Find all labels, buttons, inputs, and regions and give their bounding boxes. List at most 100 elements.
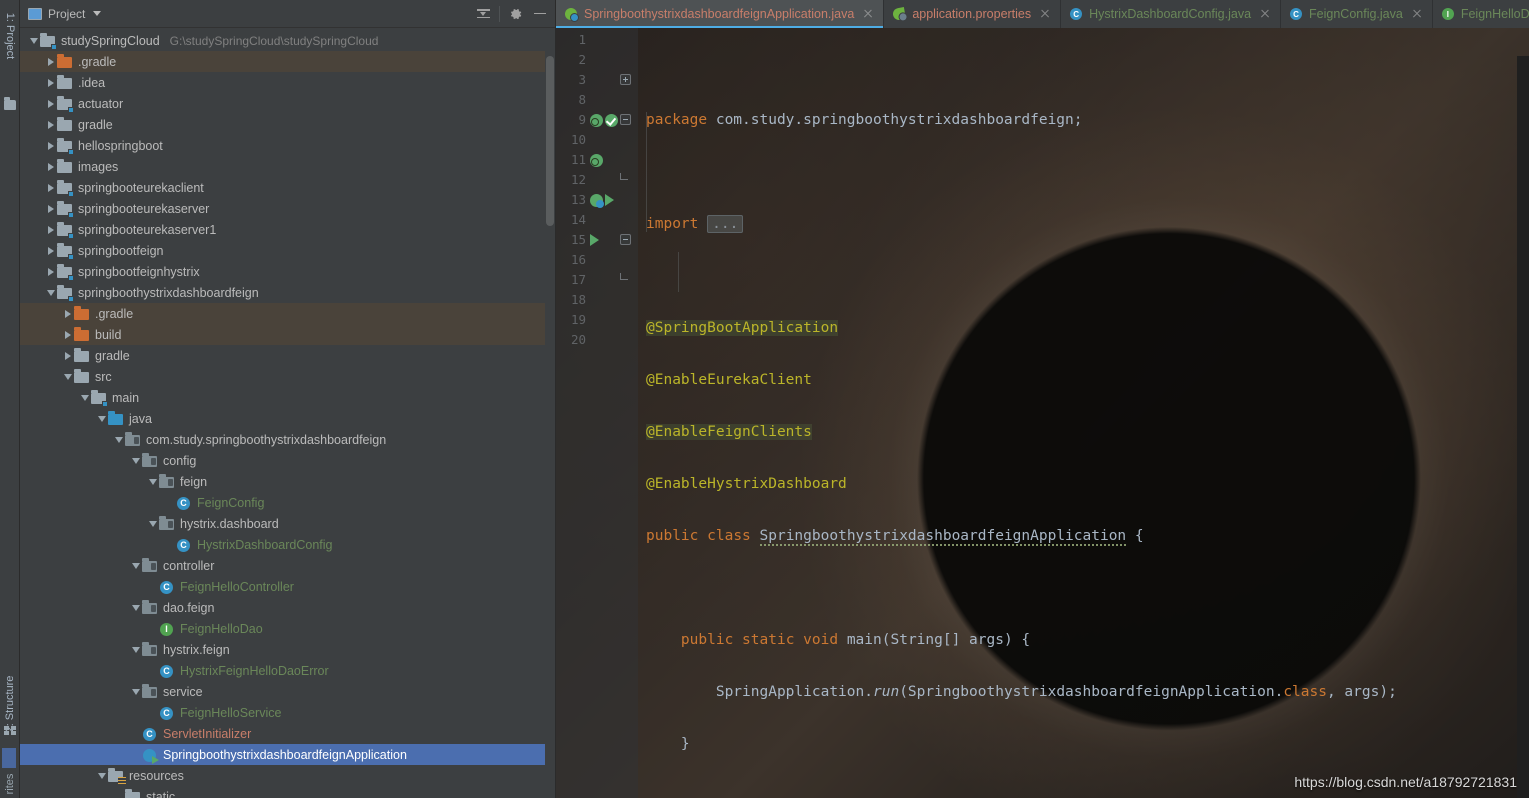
expand-arrow-icon[interactable]: [45, 114, 57, 135]
expand-arrow-icon[interactable]: [45, 72, 57, 93]
collapse-arrow-icon[interactable]: [130, 639, 142, 660]
collapse-arrow-icon[interactable]: [130, 555, 142, 576]
project-scrollbar-track[interactable]: [545, 28, 555, 798]
project-scrollbar-thumb[interactable]: [546, 56, 554, 226]
code-fold-end-icon[interactable]: [620, 173, 628, 180]
tree-row-hellospringboot[interactable]: hellospringboot: [20, 135, 555, 156]
collapse-arrow-icon[interactable]: [147, 471, 159, 492]
collapse-arrow-icon[interactable]: [147, 513, 159, 534]
tree-row-springbootfeign[interactable]: springbootfeign: [20, 240, 555, 261]
code-analysis-marker-strip[interactable]: [1517, 56, 1529, 798]
tree-row-actuator[interactable]: actuator: [20, 93, 555, 114]
tree-row-resources[interactable]: resources: [20, 765, 555, 786]
tree-row-feignhelloservice[interactable]: C FeignHelloService: [20, 702, 555, 723]
collapse-arrow-icon[interactable]: [79, 387, 91, 408]
project-panel-title-group[interactable]: Project: [28, 7, 102, 21]
expand-arrow-icon[interactable]: [45, 219, 57, 240]
expand-arrow-icon[interactable]: [45, 51, 57, 72]
collapse-arrow-icon[interactable]: [96, 408, 108, 429]
tree-row-hystrixdashboardconfig[interactable]: C HystrixDashboardConfig: [20, 534, 555, 555]
run-gutter-icon[interactable]: [590, 234, 599, 246]
tree-row--gradle[interactable]: .gradle: [20, 51, 555, 72]
collapse-arrow-icon[interactable]: [130, 681, 142, 702]
tree-row-servletinitializer[interactable]: C ServletInitializer: [20, 723, 555, 744]
editor-tab-feignhellod[interactable]: I FeignHelloD: [1432, 0, 1529, 28]
expand-arrow-icon[interactable]: [62, 303, 74, 324]
close-icon[interactable]: [1259, 8, 1271, 20]
tree-row--gradle[interactable]: .gradle: [20, 303, 555, 324]
tree-row-gradle[interactable]: gradle: [20, 114, 555, 135]
folded-imports-placeholder[interactable]: ...: [707, 215, 744, 233]
expand-arrow-icon[interactable]: [45, 93, 57, 114]
tool-button-favorites[interactable]: rites: [4, 774, 16, 795]
collapse-arrow-icon[interactable]: [62, 366, 74, 387]
tree-row-hystrix-feign[interactable]: hystrix.feign: [20, 639, 555, 660]
collapse-all-button[interactable]: [472, 3, 494, 25]
editor-tab-application-properties[interactable]: application.properties: [884, 0, 1062, 28]
tree-row-springboothystrixdashboardfeignapplication[interactable]: SpringboothystrixdashboardfeignApplicati…: [20, 744, 555, 765]
editor-gutter[interactable]: 1 2 3 8 9 10 11 12 13 14 15 16 17 18 19 20: [556, 28, 638, 798]
spring-bean-navigate-icon[interactable]: [590, 113, 603, 127]
code-fold-collapse-icon[interactable]: [620, 114, 631, 125]
tree-row-hystrixfeignhellodaoerror[interactable]: C HystrixFeignHelloDaoError: [20, 660, 555, 681]
expand-arrow-icon[interactable]: [45, 156, 57, 177]
editor-tab-feignconfig-java[interactable]: C FeignConfig.java: [1281, 0, 1433, 28]
tree-row-static[interactable]: static: [20, 786, 555, 798]
close-icon[interactable]: [862, 8, 874, 20]
collapse-arrow-icon[interactable]: [45, 282, 57, 303]
spring-bean-class-icon[interactable]: [590, 193, 604, 208]
tree-row-springbooteurekaserver1[interactable]: springbooteurekaserver1: [20, 219, 555, 240]
close-icon[interactable]: [1411, 8, 1423, 20]
tree-row-springbootfeignhystrix[interactable]: springbootfeignhystrix: [20, 261, 555, 282]
minimize-button[interactable]: [529, 3, 551, 25]
expand-arrow-icon[interactable]: [45, 177, 57, 198]
tree-row-dao-feign[interactable]: dao.feign: [20, 597, 555, 618]
tool-button-project[interactable]: 1: Project: [4, 13, 16, 59]
tree-row-springbooteurekaclient[interactable]: springbooteurekaclient: [20, 177, 555, 198]
tree-row-src[interactable]: src: [20, 366, 555, 387]
tree-row-main[interactable]: main: [20, 387, 555, 408]
tree-row-hystrix-dashboard[interactable]: hystrix.dashboard: [20, 513, 555, 534]
run-gutter-icon[interactable]: [605, 194, 614, 206]
collapse-arrow-icon[interactable]: [28, 30, 40, 51]
tree-row-studyspringcloud[interactable]: studySpringCloud G:\studySpringCloud\stud…: [20, 30, 555, 51]
close-icon[interactable]: [1039, 8, 1051, 20]
tool-button-structure[interactable]: 2: Structure: [4, 676, 16, 733]
collapse-arrow-icon[interactable]: [130, 450, 142, 471]
code-fold-expand-icon[interactable]: [620, 74, 631, 85]
tree-row-springbooteurekaserver[interactable]: springbooteurekaserver: [20, 198, 555, 219]
tree-row-config[interactable]: config: [20, 450, 555, 471]
gutter-markers[interactable]: [586, 193, 630, 208]
tree-row-feignhellodao[interactable]: I FeignHelloDao: [20, 618, 555, 639]
editor-tab-springboothystrixdashboardfeignapplication-java[interactable]: SpringboothystrixdashboardfeignApplicati…: [556, 0, 885, 28]
gutter-markers[interactable]: [586, 153, 630, 167]
spring-bean-check-icon[interactable]: [605, 113, 618, 127]
collapse-arrow-icon[interactable]: [130, 597, 142, 618]
project-tree[interactable]: studySpringCloud G:\studySpringCloud\stud…: [20, 28, 555, 798]
code-fold-collapse-icon[interactable]: [620, 234, 631, 245]
tree-row-springboothystrixdashboardfeign[interactable]: springboothystrixdashboardfeign: [20, 282, 555, 303]
tree-row-java[interactable]: java: [20, 408, 555, 429]
collapse-arrow-icon[interactable]: [113, 429, 125, 450]
tree-row-controller[interactable]: controller: [20, 555, 555, 576]
tree-row-feignhellocontroller[interactable]: C FeignHelloController: [20, 576, 555, 597]
editor-tab-bar[interactable]: SpringboothystrixdashboardfeignApplicati…: [556, 0, 1529, 28]
expand-arrow-icon[interactable]: [45, 198, 57, 219]
expand-arrow-icon[interactable]: [45, 135, 57, 156]
spring-bean-navigate-icon[interactable]: [590, 153, 603, 167]
chevron-down-icon[interactable]: [93, 11, 102, 16]
code-fold-end-icon[interactable]: [620, 273, 628, 280]
tree-row--idea[interactable]: .idea: [20, 72, 555, 93]
editor-tab-hystrixdashboardconfig-java[interactable]: C HystrixDashboardConfig.java: [1061, 0, 1282, 28]
tree-row-gradle[interactable]: gradle: [20, 345, 555, 366]
tree-row-images[interactable]: images: [20, 156, 555, 177]
expand-arrow-icon[interactable]: [45, 261, 57, 282]
expand-arrow-icon[interactable]: [62, 345, 74, 366]
tree-row-service[interactable]: service: [20, 681, 555, 702]
tree-row-build[interactable]: build: [20, 324, 555, 345]
expand-arrow-icon[interactable]: [45, 240, 57, 261]
tree-row-feign[interactable]: feign: [20, 471, 555, 492]
tree-row-com-study-springboothystrixdashboardfeign[interactable]: com.study.springboothystrixdashboardfeig…: [20, 429, 555, 450]
code-text-area[interactable]: package com.study.springboothystrixdashb…: [638, 28, 1529, 798]
collapse-arrow-icon[interactable]: [96, 765, 108, 786]
